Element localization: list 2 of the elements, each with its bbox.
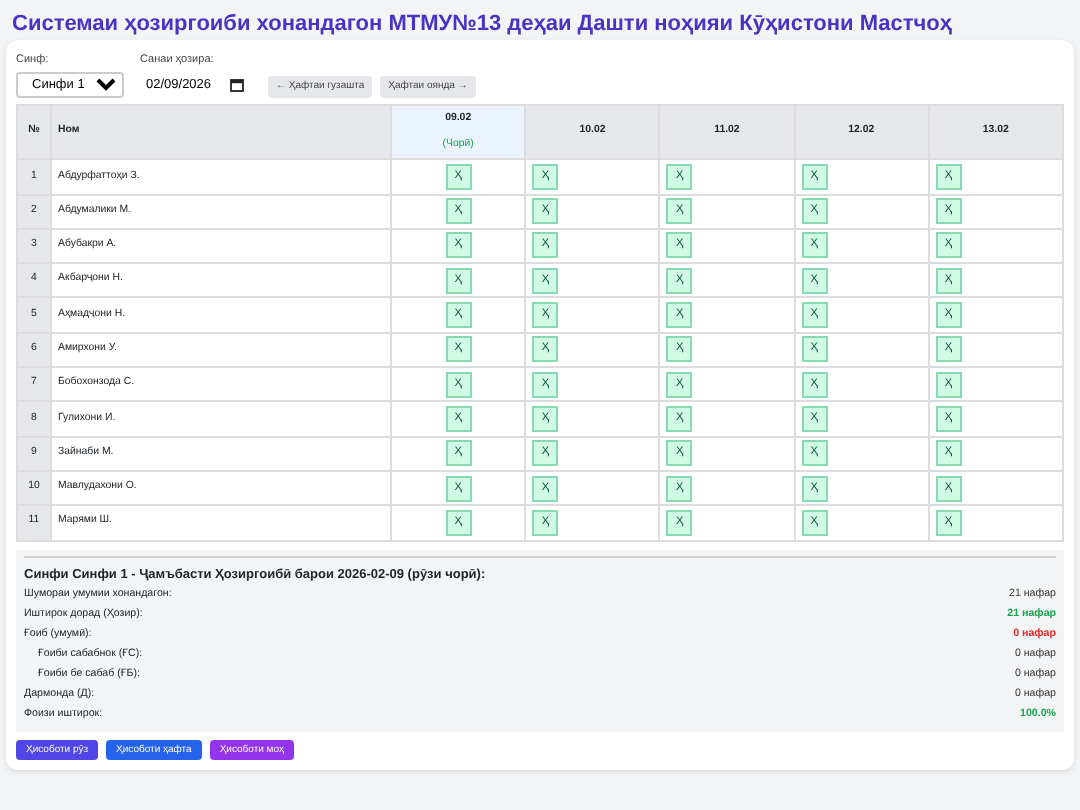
calendar-icon[interactable] [230,78,244,93]
page-title: Системаи ҳозиргоиби хонандагон МТМУ№13 деҳаи Дашти ноҳияи Кӯҳистони Мастчоҳ [12,10,955,40]
